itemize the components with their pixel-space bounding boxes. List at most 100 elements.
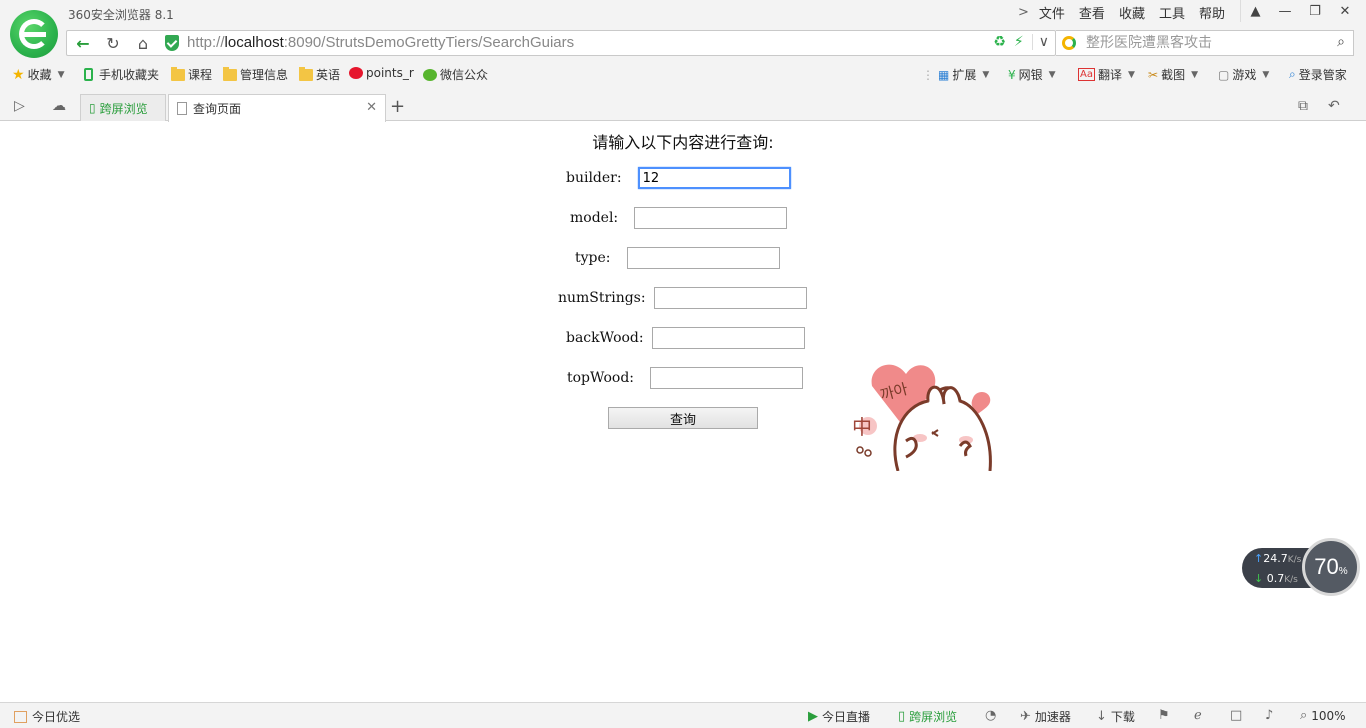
folder-icon bbox=[299, 66, 313, 81]
zoom-control[interactable]: ⌕ 100% bbox=[1300, 708, 1346, 723]
undo-close-icon[interactable]: ↶ bbox=[1328, 98, 1340, 114]
bookmark-english[interactable]: 英语 bbox=[299, 66, 340, 83]
bookmark-label: 微信公众 bbox=[440, 68, 489, 82]
browser-logo-icon[interactable] bbox=[10, 10, 58, 58]
bookmark-wechat[interactable]: 微信公众 bbox=[423, 66, 488, 83]
query-submit-button[interactable]: 查询 bbox=[608, 407, 758, 429]
memory-usage-gauge[interactable]: 70% bbox=[1302, 538, 1360, 596]
builder-input[interactable] bbox=[637, 167, 791, 189]
tab-label: 跨屏浏览 bbox=[99, 101, 148, 116]
url-protocol: http:// bbox=[187, 34, 225, 51]
menu-bar: > 文件 查看 收藏 工具 帮助 bbox=[1018, 3, 1239, 22]
caret-down-icon[interactable]: ▼ bbox=[1191, 70, 1198, 80]
form-row-type: type: bbox=[575, 247, 780, 269]
folder-icon bbox=[223, 66, 237, 81]
status-bar: 今日优选 ▶ 今日直播 ▯ 跨屏浏览 ◔ ✈ 加速器 ↓ 下载 ⚑ ℯ □ ♪ ⌕ 100… bbox=[0, 702, 1366, 728]
caret-down-icon[interactable]: ▼ bbox=[982, 70, 989, 80]
form-row-model: model: bbox=[570, 207, 788, 229]
ext-label: 游戏 bbox=[1232, 68, 1257, 82]
bookmark-course[interactable]: 课程 bbox=[171, 66, 212, 83]
topwood-input[interactable] bbox=[650, 367, 803, 389]
ext-label: 扩展 bbox=[952, 68, 977, 82]
type-input[interactable] bbox=[626, 247, 780, 269]
menu-view[interactable]: 查看 bbox=[1079, 3, 1105, 22]
bookmark-label: 手机收藏夹 bbox=[99, 68, 160, 82]
numstrings-input[interactable] bbox=[653, 287, 807, 309]
rocket-icon: ✈ bbox=[1020, 709, 1031, 724]
caret-down-icon[interactable]: ▼ bbox=[1128, 70, 1135, 80]
form-row-builder: builder: bbox=[566, 167, 791, 189]
sync-icon[interactable]: ♻ bbox=[993, 34, 1006, 50]
tab-cross-screen[interactable]: ▯ 跨屏浏览 bbox=[80, 94, 166, 121]
url-host: localhost bbox=[224, 34, 284, 51]
bookmark-label: 收藏 bbox=[27, 68, 52, 82]
window-controls: ▲ — ❐ ✕ bbox=[1240, 0, 1360, 22]
upload-value: 24.7 bbox=[1263, 552, 1288, 565]
flag-icon[interactable]: ⚑ bbox=[1158, 708, 1174, 723]
ext-extensions[interactable]: ▦ 扩展 ▼ bbox=[938, 66, 989, 83]
caret-down-icon[interactable]: ▼ bbox=[1049, 70, 1056, 80]
menu-tools[interactable]: 工具 bbox=[1159, 3, 1185, 22]
maximize-button[interactable]: ❐ bbox=[1300, 0, 1330, 22]
window-icon[interactable]: □ bbox=[1230, 708, 1246, 723]
bookmark-management[interactable]: 管理信息 bbox=[223, 66, 288, 83]
today-picks[interactable]: 今日优选 bbox=[14, 708, 80, 725]
refresh-button[interactable]: ↻ bbox=[99, 31, 127, 55]
speed-dial-icon[interactable]: ◔ bbox=[985, 708, 1000, 723]
cloud-icon[interactable]: ☁ bbox=[52, 98, 66, 114]
download-unit: K/s bbox=[1284, 575, 1298, 585]
new-tab-button[interactable]: + bbox=[390, 96, 405, 117]
skin-icon[interactable]: ▲ bbox=[1240, 0, 1270, 22]
tab-query-page[interactable]: 查询页面 ✕ bbox=[168, 94, 386, 122]
downloads-label: 下载 bbox=[1110, 710, 1135, 724]
download-icon: ↓ bbox=[1096, 709, 1107, 724]
bookmark-mobile[interactable]: 手机收藏夹 bbox=[84, 66, 159, 83]
bookmark-favorites[interactable]: ★ 收藏 ▼ bbox=[12, 66, 65, 83]
ext-translate[interactable]: Aa 翻译 ▼ bbox=[1078, 66, 1135, 83]
url-dropdown-icon[interactable]: ∨ bbox=[1031, 34, 1049, 50]
tab-list-icon[interactable]: ⧉ bbox=[1298, 98, 1308, 114]
search-engine-icon[interactable] bbox=[1062, 36, 1076, 50]
chevron-right-icon[interactable]: > bbox=[1018, 5, 1029, 20]
sidebar-toggle-icon[interactable]: ▷ bbox=[14, 98, 25, 114]
form-row-backwood: backWood: bbox=[566, 327, 805, 349]
cross-screen-status[interactable]: ▯ 跨屏浏览 bbox=[898, 708, 957, 725]
folder-icon bbox=[171, 66, 185, 81]
close-button[interactable]: ✕ bbox=[1330, 0, 1360, 22]
menu-favorites[interactable]: 收藏 bbox=[1119, 3, 1145, 22]
search-box: ⌕ bbox=[1056, 30, 1354, 56]
search-icon[interactable]: ⌕ bbox=[1337, 34, 1345, 50]
caret-down-icon[interactable]: ▼ bbox=[1262, 70, 1269, 80]
model-input[interactable] bbox=[634, 207, 788, 229]
home-button[interactable]: ⌂ bbox=[129, 31, 157, 55]
type-label: type: bbox=[575, 250, 611, 266]
caret-down-icon[interactable]: ▼ bbox=[58, 70, 65, 80]
minimize-button[interactable]: — bbox=[1270, 0, 1300, 22]
search-input[interactable] bbox=[1086, 32, 1316, 54]
accelerator[interactable]: ✈ 加速器 bbox=[1020, 708, 1071, 725]
bookmark-points[interactable]: points_r bbox=[349, 66, 414, 80]
url-field[interactable]: http://localhost:8090/StrutsDemoGrettyTi… bbox=[187, 34, 574, 51]
grid-icon: ▦ bbox=[938, 67, 950, 82]
form-row-numstrings: numStrings: bbox=[558, 287, 807, 309]
ext-games[interactable]: ▢ 游戏 ▼ bbox=[1218, 66, 1269, 83]
lightning-icon[interactable]: ⚡ bbox=[1014, 34, 1024, 50]
menu-help[interactable]: 帮助 bbox=[1199, 3, 1225, 22]
volume-icon[interactable]: ♪ bbox=[1265, 708, 1277, 723]
yen-shield-icon: ¥ bbox=[1008, 67, 1016, 82]
menu-file[interactable]: 文件 bbox=[1039, 3, 1065, 22]
wechat-icon bbox=[423, 68, 437, 81]
network-speed-widget[interactable]: ↑24.7K/s ↓ 0.7K/s 70% bbox=[1242, 538, 1362, 596]
live-stream[interactable]: ▶ 今日直播 bbox=[808, 708, 870, 725]
backwood-input[interactable] bbox=[651, 327, 805, 349]
downloads[interactable]: ↓ 下载 bbox=[1096, 708, 1135, 725]
star-icon: ★ bbox=[12, 66, 25, 83]
ext-bank[interactable]: ¥ 网银 ▼ bbox=[1008, 66, 1056, 83]
security-shield-icon[interactable] bbox=[165, 35, 179, 51]
ext-login-manager[interactable]: ⌕ 登录管家 bbox=[1289, 66, 1347, 83]
back-button[interactable]: ← bbox=[69, 31, 97, 55]
ie-icon[interactable]: ℯ bbox=[1194, 708, 1206, 723]
app-title: 360安全浏览器 8.1 bbox=[68, 8, 174, 22]
tab-close-icon[interactable]: ✕ bbox=[366, 100, 377, 115]
ext-screenshot[interactable]: ✂ 截图 ▼ bbox=[1148, 66, 1198, 83]
